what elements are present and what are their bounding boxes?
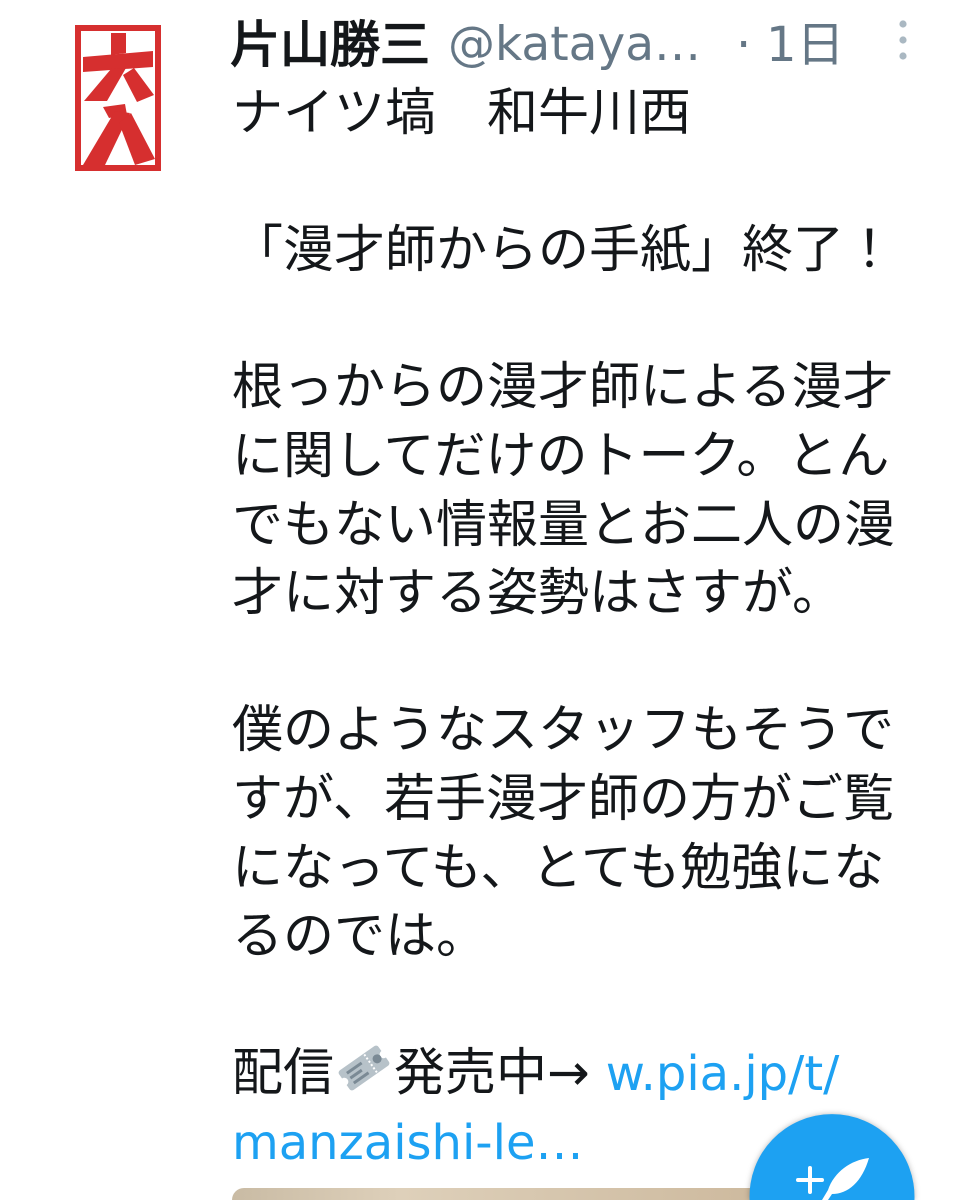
avatar[interactable] — [75, 25, 161, 171]
ticket-shape — [338, 1045, 390, 1091]
link-text-part[interactable]: w.pia.jp/t/ — [606, 1046, 840, 1102]
tweet-paragraph: 「漫才師からの手紙」終了！ — [232, 221, 896, 281]
avatar-logo — [75, 25, 161, 171]
tweet-text: ナイツ塙 和牛川西 「漫才師からの手紙」終了！ 根っからの漫才師による漫才に関し… — [232, 80, 905, 1178]
tweet[interactable]: 片山勝三 @kataya… · 1日 ナイツ塙 和牛川西 「漫才師からの手紙」終… — [0, 0, 963, 1200]
tweet-paragraph: 僕のようなスタッフもそうですが、若手漫才師の方がご覧になっても、とても勉強になる… — [232, 701, 894, 967]
author-display-name: 片山勝三 — [230, 16, 430, 74]
more-vertical-icon[interactable] — [897, 18, 909, 62]
link-text-part[interactable]: manzaishi-le… — [232, 1115, 584, 1171]
tweet-paragraph: 根っからの漫才師による漫才に関してだけのトーク。とんでもない情報量とお二人の漫才… — [232, 358, 896, 624]
avatar-stroke — [111, 33, 126, 55]
tweet-timestamp: 1日 — [766, 17, 845, 73]
tweet-paragraph: ナイツ塙 和牛川西 — [232, 84, 692, 143]
promo-text-after: 発売中→ — [394, 1044, 590, 1104]
promo-text-before: 配信 — [232, 1044, 335, 1104]
header-separator: · — [736, 17, 752, 73]
menu-dot — [899, 52, 907, 60]
author-handle: @kataya… — [448, 17, 702, 72]
compose-tweet-button[interactable] — [748, 1110, 918, 1200]
menu-dot — [899, 36, 907, 44]
menu-dot — [899, 20, 907, 28]
ticket-icon — [338, 1045, 390, 1091]
